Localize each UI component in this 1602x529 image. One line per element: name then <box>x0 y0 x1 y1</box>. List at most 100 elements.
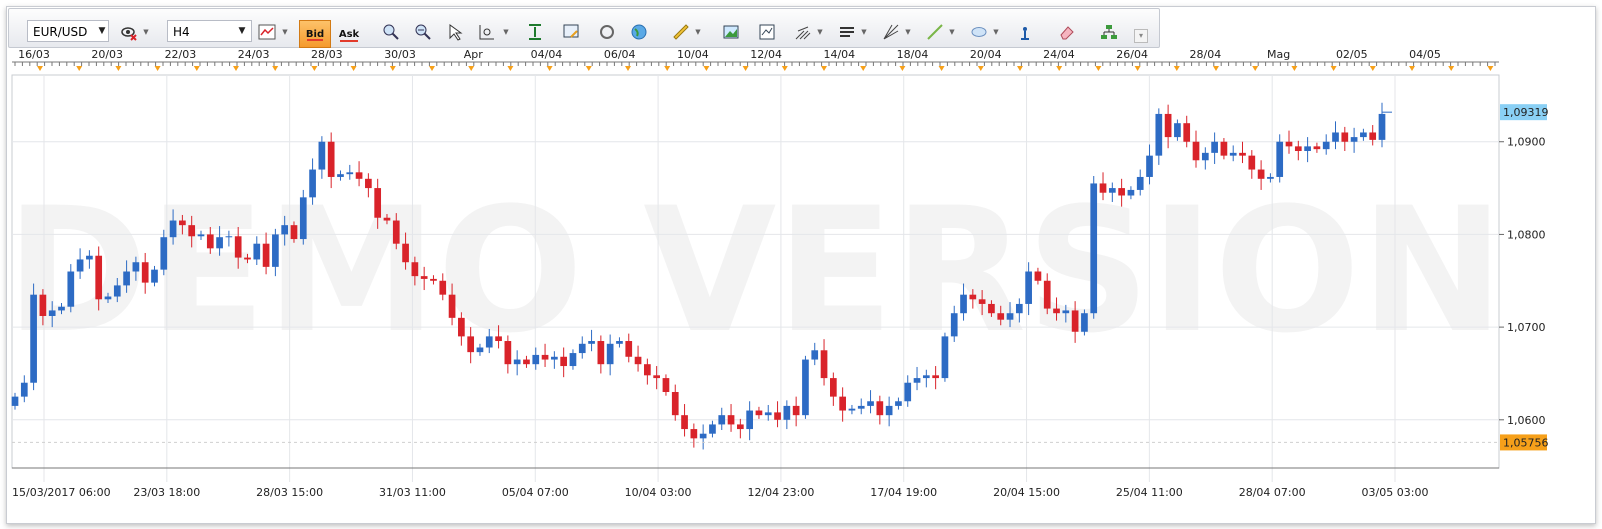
candle-body <box>644 364 651 376</box>
candle-body <box>634 356 642 365</box>
candle-body <box>774 412 781 420</box>
candle-body <box>811 350 819 360</box>
candle-body <box>458 317 465 337</box>
candle-body <box>485 336 493 348</box>
top-date-label: 22/03 <box>165 48 197 61</box>
candle-body <box>551 356 558 360</box>
candle-body <box>411 262 419 277</box>
candle-body <box>1183 123 1191 142</box>
time-marker-icon <box>389 66 396 71</box>
candle-body <box>1155 113 1163 156</box>
candle-body <box>1322 141 1330 150</box>
candle-body <box>197 234 205 237</box>
candle-body <box>11 396 19 406</box>
candle-body <box>337 174 344 177</box>
candle-body <box>997 313 1005 320</box>
candle-body <box>95 255 103 300</box>
candle-body <box>244 257 251 260</box>
top-date-label: 20/03 <box>91 48 123 61</box>
time-marker-icon <box>1291 66 1298 71</box>
time-marker-icon <box>1487 66 1494 71</box>
candle-body <box>523 359 530 365</box>
candle-body <box>662 378 670 392</box>
time-marker-icon <box>1056 66 1063 71</box>
candle-body <box>439 280 447 295</box>
top-date-label: 02/05 <box>1336 48 1368 61</box>
candle-body <box>783 405 791 420</box>
candle-body <box>169 220 177 238</box>
time-marker-icon <box>1173 66 1180 71</box>
candle-body <box>1267 176 1274 179</box>
candle-body <box>104 296 112 300</box>
top-date-label: 30/03 <box>384 48 416 61</box>
candle-body <box>448 294 456 318</box>
time-marker-icon <box>468 66 475 71</box>
candle-body <box>727 415 735 425</box>
candle-body <box>969 294 977 300</box>
time-marker-icon <box>115 66 122 71</box>
candle-body <box>1090 183 1098 314</box>
candle-body <box>216 237 223 249</box>
candle-body <box>867 401 874 406</box>
candle-body <box>560 356 568 367</box>
candle-body <box>1099 183 1107 193</box>
candle-body <box>1276 141 1284 177</box>
time-marker-icon <box>899 66 906 71</box>
time-marker-icon <box>977 66 984 71</box>
candle-body <box>318 141 326 170</box>
top-date-label: 06/04 <box>604 48 636 61</box>
candle-body <box>960 294 967 314</box>
candle-body <box>736 424 744 430</box>
current-price-label: 1,09319 <box>1503 106 1549 119</box>
watermark-text: DEMO VERSION <box>6 170 1505 371</box>
candle-body <box>160 237 168 270</box>
candle-body <box>346 172 354 175</box>
candle-body <box>839 396 846 411</box>
candle-body <box>151 269 158 283</box>
time-marker-icon <box>429 66 435 71</box>
time-marker-icon <box>1017 66 1023 71</box>
time-marker-icon <box>625 66 631 71</box>
candle-body <box>1081 313 1088 332</box>
candle-body <box>1257 169 1265 179</box>
candle-body <box>1174 123 1181 138</box>
candle-body <box>588 341 595 344</box>
candle-body <box>58 306 65 311</box>
top-date-label: 14/04 <box>823 48 855 61</box>
time-marker-icon <box>76 66 83 71</box>
candle-body <box>764 412 772 416</box>
time-marker-icon <box>1213 66 1219 71</box>
candle-body <box>179 220 186 226</box>
top-date-label: 12/04 <box>750 48 782 61</box>
candle-body <box>1285 141 1293 147</box>
candle-body <box>699 433 707 439</box>
time-marker-icon <box>154 66 161 71</box>
top-date-label: 18/04 <box>897 48 929 61</box>
top-date-label: 04/05 <box>1409 48 1441 61</box>
candle-body <box>653 375 661 379</box>
candle-body <box>188 225 196 237</box>
top-date-label: 16/03 <box>18 48 50 61</box>
candle-body <box>299 197 307 240</box>
top-date-label: 04/04 <box>531 48 563 61</box>
candle-body <box>1350 137 1358 142</box>
candle-body <box>1369 132 1377 140</box>
candle-body <box>1220 141 1228 156</box>
candle-body <box>272 234 279 267</box>
bottom-date-label: 17/04 19:00 <box>870 486 937 499</box>
candlestick-chart[interactable]: DEMO VERSION 1,0900 1,0800 1,0700 1,0600 16/… <box>0 0 1602 529</box>
candle-body <box>1192 141 1200 161</box>
top-date-label: Apr <box>464 48 484 61</box>
bottom-date-label: 10/04 03:00 <box>625 486 692 499</box>
candle-body <box>327 141 335 177</box>
bottom-date-label: 15/03/2017 06:00 <box>12 486 111 499</box>
candle-body <box>1360 132 1367 138</box>
candle-body <box>383 217 391 221</box>
candle-body <box>709 424 716 434</box>
candle-body <box>1313 146 1321 150</box>
candle-body <box>1248 155 1256 170</box>
time-marker-icon <box>938 66 945 71</box>
y-tick-label: 1,0900 <box>1507 136 1546 149</box>
candle-body <box>792 405 800 416</box>
candle-body <box>253 243 261 260</box>
